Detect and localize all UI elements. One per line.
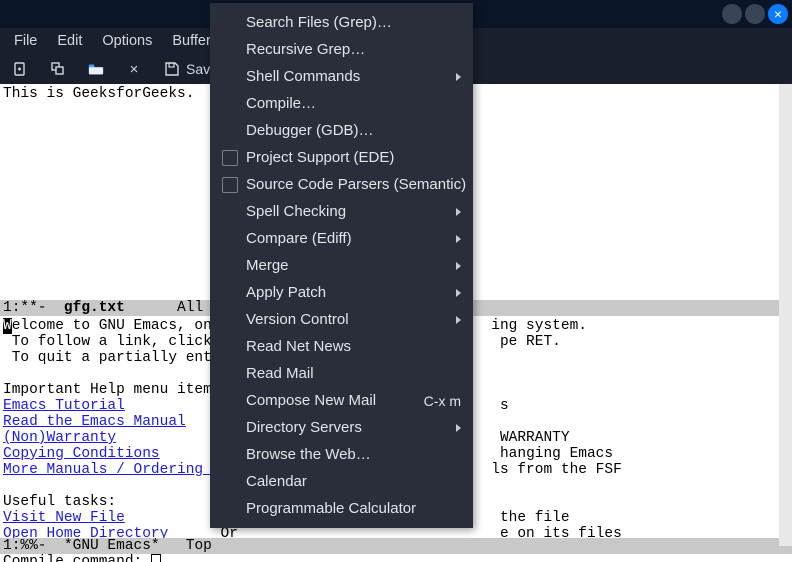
menu-file[interactable]: File <box>4 29 47 53</box>
menu-item-apply-patch[interactable]: Apply Patch <box>210 279 473 306</box>
menu-item-label: Calendar <box>246 473 307 490</box>
menu-item-label: Spell Checking <box>246 203 346 220</box>
minimize-button[interactable] <box>722 4 742 24</box>
menu-item-label: Source Code Parsers (Semantic) <box>246 176 466 193</box>
minibuffer[interactable]: Compile command: <box>0 554 792 562</box>
new-file-icon[interactable] <box>12 61 28 77</box>
menu-item-label: Browse the Web… <box>246 446 371 463</box>
menu-item-project-support-ede[interactable]: Project Support (EDE) <box>210 144 473 171</box>
checkbox-icon <box>222 177 238 193</box>
maximize-button[interactable] <box>745 4 765 24</box>
close-file-icon[interactable]: × <box>126 61 142 77</box>
menu-item-source-code-parsers-semantic[interactable]: Source Code Parsers (Semantic) <box>210 171 473 198</box>
minibuffer-prompt: Compile command: <box>3 554 151 562</box>
menu-item-label: Debugger (GDB)… <box>246 122 374 139</box>
menu-item-label: Directory Servers <box>246 419 362 436</box>
menu-item-shell-commands[interactable]: Shell Commands <box>210 63 473 90</box>
tools-menu-dropdown: Search Files (Grep)… Recursive Grep… Shell… <box>210 3 473 528</box>
menu-item-programmable-calculator[interactable]: Programmable Calculator <box>210 495 473 522</box>
menu-item-label: Version Control <box>246 311 349 328</box>
window-controls <box>722 4 788 24</box>
buffer-text: This is GeeksforGeeks. <box>3 86 194 102</box>
menu-item-label: Compile… <box>246 95 316 112</box>
menu-item-debugger-gdb[interactable]: Debugger (GDB)… <box>210 117 473 144</box>
menu-item-compose-new-mail[interactable]: Compose New Mail C-x m <box>210 387 473 414</box>
menu-item-compare-ediff[interactable]: Compare (Ediff) <box>210 225 473 252</box>
close-button[interactable] <box>768 4 788 24</box>
link-more-manuals[interactable]: More Manuals / Ordering Ma <box>3 462 229 478</box>
menu-item-label: Shell Commands <box>246 68 360 85</box>
menu-item-label: Recursive Grep… <box>246 41 365 58</box>
save-icon <box>164 61 180 77</box>
menu-item-browse-the-web[interactable]: Browse the Web… <box>210 441 473 468</box>
modeline-gnu-emacs: 1:%%- *GNU Emacs* Top <box>0 538 792 554</box>
menu-item-label: Read Net News <box>246 338 351 355</box>
link-tutorial[interactable]: Emacs Tutorial <box>3 398 125 414</box>
menu-item-label: Compose New Mail <box>246 392 376 409</box>
menu-item-calendar[interactable]: Calendar <box>210 468 473 495</box>
menu-item-label: Compare (Ediff) <box>246 230 352 247</box>
menu-item-read-mail[interactable]: Read Mail <box>210 360 473 387</box>
menu-edit[interactable]: Edit <box>47 29 92 53</box>
link-warranty[interactable]: (Non)Warranty <box>3 430 116 446</box>
checkbox-icon <box>222 150 238 166</box>
menu-item-directory-servers[interactable]: Directory Servers <box>210 414 473 441</box>
menu-item-label: Read Mail <box>246 365 314 382</box>
link-copying[interactable]: Copying Conditions <box>3 446 160 462</box>
menu-item-label: Apply Patch <box>246 284 326 301</box>
menu-item-recursive-grep[interactable]: Recursive Grep… <box>210 36 473 63</box>
menu-item-read-net-news[interactable]: Read Net News <box>210 333 473 360</box>
cursor-icon <box>151 554 161 562</box>
menu-item-compile[interactable]: Compile… <box>210 90 473 117</box>
link-home-dir[interactable]: Open Home Directory <box>3 526 168 538</box>
menu-item-search-files-grep[interactable]: Search Files (Grep)… <box>210 9 473 36</box>
menu-item-version-control[interactable]: Version Control <box>210 306 473 333</box>
menu-item-label: Search Files (Grep)… <box>246 14 392 31</box>
menu-item-label: Merge <box>246 257 289 274</box>
menu-item-merge[interactable]: Merge <box>210 252 473 279</box>
menu-item-label: Project Support (EDE) <box>246 149 394 166</box>
cursor-pos: W <box>3 318 12 334</box>
link-manual[interactable]: Read the Emacs Manual <box>3 414 186 430</box>
menu-options[interactable]: Options <box>92 29 162 53</box>
folder-icon[interactable] <box>88 61 104 77</box>
menu-shortcut: C-x m <box>424 393 461 409</box>
menu-item-label: Programmable Calculator <box>246 500 416 517</box>
link-visit-file[interactable]: Visit New File <box>3 510 125 526</box>
scrollbar[interactable] <box>779 84 792 546</box>
open-file-icon[interactable] <box>50 61 66 77</box>
menu-item-spell-checking[interactable]: Spell Checking <box>210 198 473 225</box>
